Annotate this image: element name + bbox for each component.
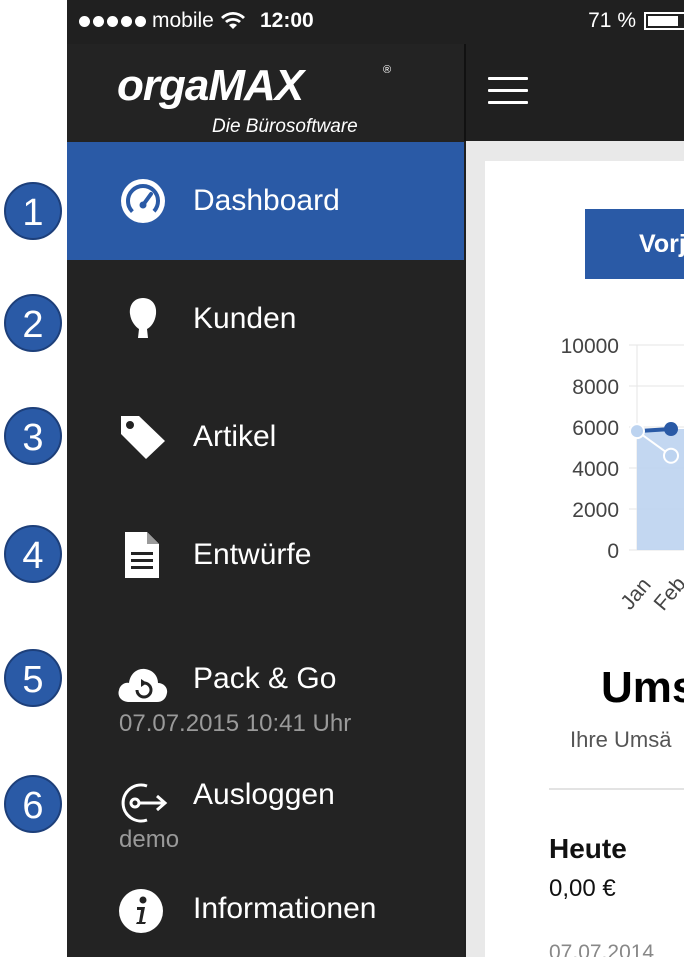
nav-item-entwuerfe[interactable]: Entwürfe [67, 496, 464, 614]
clock: 12:00 [260, 9, 314, 32]
callout-badge-5: 5 [4, 649, 62, 707]
main-content: Vorj 10000 8000 6000 4000 2000 0 JanFeb Ums Ih… [466, 141, 684, 957]
status-left: mobile [79, 9, 246, 33]
y-tick-label: 2000 [572, 499, 619, 522]
nav-label-pack-and-go: Pack & Go [193, 662, 337, 695]
nav-item-informationen[interactable]: Informationen [67, 858, 464, 957]
previous-year-button[interactable]: Vorj [585, 209, 684, 279]
data-point [663, 447, 679, 464]
logo-wordmark: orgaMAX [117, 61, 304, 110]
orgamax-logo: orgaMAX ® Die Bürosoftware [117, 61, 397, 138]
revenue-chart: 10000 8000 6000 4000 2000 0 JanFeb [561, 335, 684, 616]
logo-registered-mark: ® [383, 64, 392, 76]
nav-item-ausloggen[interactable]: Ausloggen demo [67, 738, 464, 858]
x-tick-label: Feb [650, 573, 684, 616]
callout-badge-4: 4 [4, 525, 62, 583]
callout-badge-2: 2 [4, 294, 62, 352]
y-tick-label: 6000 [572, 417, 619, 440]
carrier-name: mobile [152, 9, 214, 32]
callout-badge-3: 3 [4, 407, 62, 465]
y-tick-label: 4000 [572, 458, 619, 481]
nav-label-informationen: Informationen [193, 892, 377, 925]
dashboard-card: Vorj 10000 8000 6000 4000 2000 0 JanFeb Ums Ih… [485, 161, 684, 957]
nav-label-artikel: Artikel [193, 420, 277, 453]
callout-badge-6: 6 [4, 775, 62, 833]
logout-icon [121, 783, 168, 823]
sidebar: orgaMAX ® Die Bürosoftware Dashboard Kun… [67, 44, 464, 957]
date-label: 07.07.2014 [549, 941, 655, 957]
battery-status: 71 % [588, 9, 684, 33]
y-tick-label: 8000 [572, 376, 619, 399]
signal-icon [79, 15, 146, 27]
revenue-title: Ums [601, 663, 684, 712]
nav-label-entwuerfe: Entwürfe [193, 538, 312, 571]
data-point [629, 423, 645, 440]
nav-label-ausloggen: Ausloggen [193, 778, 335, 811]
x-tick-label: Jan [616, 573, 655, 614]
today-value: 0,00 € [549, 875, 616, 902]
wifi-icon [220, 12, 245, 29]
nav-item-artikel[interactable]: Artikel [67, 378, 464, 496]
cloud-sync-icon [118, 668, 168, 702]
y-tick-label: 0 [607, 540, 619, 563]
battery-percent: 71 % [588, 9, 636, 32]
y-tick-label: 10000 [561, 335, 619, 358]
nav-label-kunden: Kunden [193, 302, 297, 335]
document-icon [125, 532, 159, 578]
logged-in-user: demo [119, 826, 180, 853]
tag-icon [121, 416, 165, 459]
nav-item-kunden[interactable]: Kunden [67, 260, 464, 378]
pack-and-go-last-sync: 07.07.2015 10:41 Uhr [119, 710, 352, 737]
status-bar: mobile 12:00 71 % [67, 0, 684, 44]
nav-item-dashboard[interactable]: Dashboard [67, 142, 464, 260]
nav-label-dashboard: Dashboard [193, 184, 340, 217]
app-bar [466, 44, 684, 141]
today-label: Heute [549, 833, 627, 864]
battery-icon [644, 12, 684, 30]
person-head-icon [129, 298, 157, 338]
gauge-icon [121, 179, 165, 223]
data-point [664, 422, 678, 437]
info-icon [119, 889, 163, 933]
logo-tagline: Die Bürosoftware [212, 116, 358, 137]
section-divider [549, 788, 684, 790]
callout-badge-1: 1 [4, 182, 62, 240]
nav-item-pack-and-go[interactable]: Pack & Go 07.07.2015 10:41 Uhr [67, 614, 464, 738]
hamburger-menu-icon[interactable] [488, 77, 528, 107]
revenue-subtitle: Ihre Umsä [570, 727, 672, 752]
app-screen: mobile 12:00 71 % orgaMAX ® Die Bürosoft… [67, 0, 684, 957]
